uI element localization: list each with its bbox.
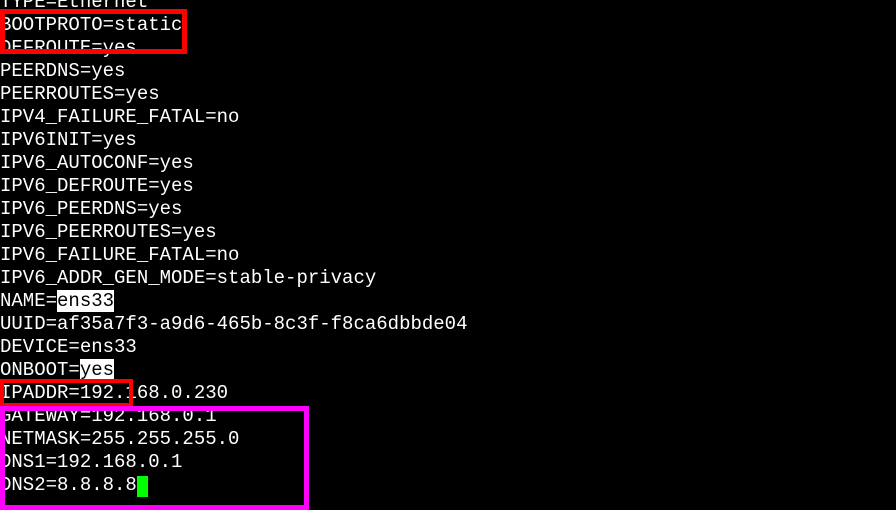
config-line-ipv6-failure: IPV6_FAILURE_FATAL=no [0,244,467,267]
config-line-ipv6-defroute: IPV6_DEFROUTE=yes [0,175,467,198]
config-line-onboot: ONBOOT=yes [0,359,467,382]
terminal-text-area[interactable]: TYPE=Ethernet BOOTPROTO=static DEFROUTE=… [0,0,467,497]
config-line-ipv4-failure: IPV4_FAILURE_FATAL=no [0,106,467,129]
config-line-peerroutes: PEERROUTES=yes [0,83,467,106]
config-line-defroute: DEFROUTE=yes [0,37,467,60]
name-key: NAME= [0,290,57,312]
config-line-ipv6-addr-gen: IPV6_ADDR_GEN_MODE=stable-privacy [0,267,467,290]
config-line-type: TYPE=Ethernet [0,0,467,14]
name-value-highlight: ens33 [57,290,114,312]
block-cursor-icon [137,476,149,497]
config-line-peerdns: PEERDNS=yes [0,60,467,83]
config-line-ipv6init: IPV6INIT=yes [0,129,467,152]
config-line-device: DEVICE=ens33 [0,336,467,359]
dns2-text: DNS2=8.8.8.8 [0,474,137,496]
config-line-name: NAME=ens33 [0,290,467,313]
onboot-value-highlight: yes [80,359,114,381]
config-line-ipv6-autoconf: IPV6_AUTOCONF=yes [0,152,467,175]
config-line-dns2: DNS2=8.8.8.8 [0,474,467,497]
config-line-netmask: NETMASK=255.255.255.0 [0,428,467,451]
onboot-key: ONBOOT= [0,359,80,381]
config-line-gateway: GATEWAY=192.168.0.1 [0,405,467,428]
config-line-ipv6-peerroutes: IPV6_PEERROUTES=yes [0,221,467,244]
config-line-ipaddr: IPADDR=192.168.0.230 [0,382,467,405]
config-line-ipv6-peerdns: IPV6_PEERDNS=yes [0,198,467,221]
config-line-uuid: UUID=af35a7f3-a9d6-465b-8c3f-f8ca6dbbde0… [0,313,467,336]
config-line-bootproto: BOOTPROTO=static [0,14,467,37]
config-line-dns1: DNS1=192.168.0.1 [0,451,467,474]
